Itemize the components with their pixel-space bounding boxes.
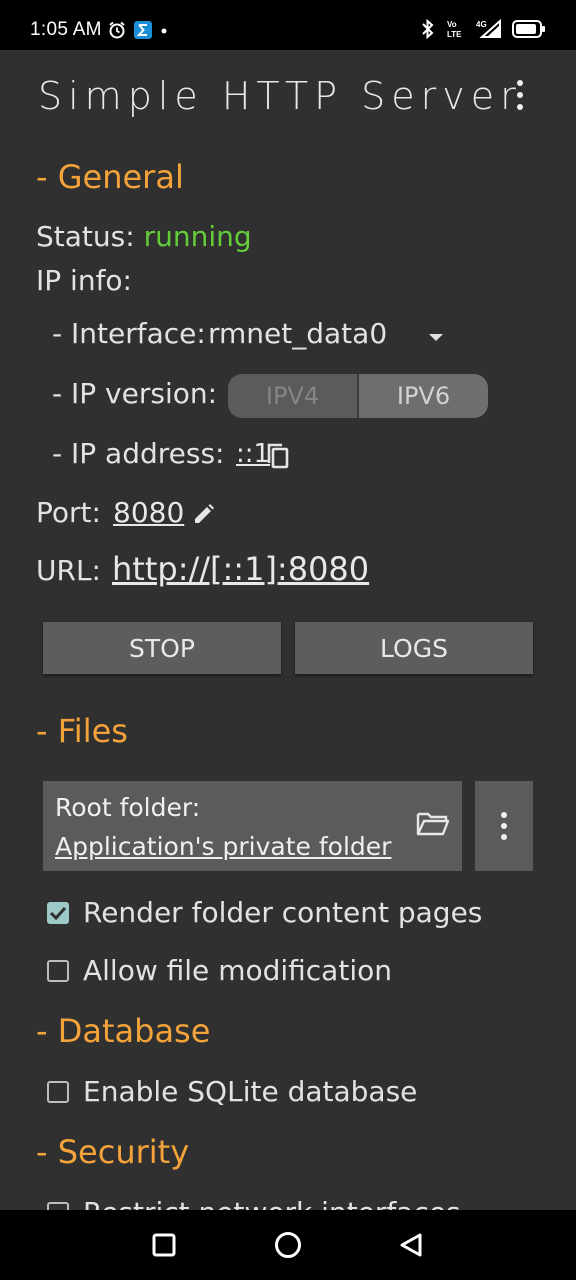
edit-pencil-icon[interactable] — [192, 502, 216, 526]
section-security: - Security — [36, 1133, 190, 1171]
status-bar: 1:05 AM Vo LTE 4G — [0, 0, 576, 50]
alarm-icon — [109, 21, 125, 39]
sqlite-checkbox-row[interactable]: Enable SQLite database — [47, 1075, 417, 1108]
ip-address-value[interactable]: ::1 — [236, 439, 270, 469]
render-folder-label: Render folder content pages — [83, 896, 483, 929]
interface-value: rmnet_data0 — [208, 317, 388, 350]
recents-square-icon[interactable] — [151, 1232, 177, 1258]
sqlite-checkbox[interactable] — [47, 1080, 69, 1103]
check-icon — [49, 906, 67, 920]
ip-info-label: IP info: — [36, 264, 132, 297]
sqlite-label: Enable SQLite database — [83, 1075, 418, 1108]
folder-open-icon[interactable] — [416, 811, 450, 837]
section-database: - Database — [36, 1012, 211, 1050]
dot-icon — [161, 28, 167, 34]
root-folder-value[interactable]: Application's private folder — [55, 832, 391, 861]
render-folder-checkbox-row[interactable]: Render folder content pages — [47, 896, 482, 929]
restrict-interfaces-checkbox[interactable] — [47, 1201, 69, 1210]
restrict-interfaces-label: Restrict network interfaces — [83, 1196, 461, 1210]
url-value[interactable]: http://[::1]:8080 — [112, 550, 369, 588]
svg-text:Vo: Vo — [447, 20, 457, 29]
logs-button[interactable]: LOGS — [295, 622, 533, 674]
allow-modification-checkbox[interactable] — [47, 959, 69, 982]
more-vert-icon[interactable] — [508, 80, 532, 110]
status-time: 1:05 AM — [30, 19, 102, 40]
section-files: - Files — [36, 712, 128, 750]
status-row: Status: running — [36, 220, 252, 253]
interface-label: - Interface: — [52, 317, 206, 350]
dropdown-arrow-icon[interactable] — [428, 333, 444, 343]
ip-version-label: - IP version: — [52, 377, 218, 410]
interface-dropdown[interactable]: rmnet_data0 — [208, 317, 387, 350]
allow-modification-label: Allow file modification — [83, 954, 392, 987]
svg-text:LTE: LTE — [447, 30, 462, 39]
status-label: Status: — [36, 220, 135, 253]
port-label: Port: — [36, 496, 101, 529]
ipv6-option[interactable]: IPV6 — [357, 374, 488, 418]
port-value[interactable]: 8080 — [113, 496, 184, 529]
restrict-interfaces-checkbox-row[interactable]: Restrict network interfaces — [47, 1196, 461, 1210]
ipv4-option[interactable]: IPV4 — [228, 374, 357, 418]
render-folder-checkbox[interactable] — [47, 901, 69, 924]
sigma-app-icon — [134, 21, 152, 39]
back-triangle-icon[interactable] — [398, 1232, 424, 1258]
bluetooth-icon — [422, 19, 434, 39]
status-value: running — [143, 220, 252, 253]
app-screen: Simple HTTP Server - General Status: run… — [0, 50, 576, 1210]
volte-icon: Vo LTE — [447, 20, 462, 39]
battery-icon — [512, 20, 545, 38]
root-folder-card[interactable]: Root folder: Application's private folde… — [43, 781, 462, 871]
home-circle-icon[interactable] — [273, 1230, 303, 1260]
root-folder-title: Root folder: — [55, 793, 201, 822]
stop-button[interactable]: STOP — [43, 622, 281, 674]
more-vert-icon — [501, 812, 507, 840]
navigation-bar — [0, 1210, 576, 1280]
app-title: Simple HTTP Server — [38, 74, 522, 118]
svg-text:4G: 4G — [476, 20, 487, 29]
section-general: - General — [36, 158, 184, 196]
interface-row: - Interface: — [52, 317, 206, 350]
ip-address-label: - IP address: — [52, 437, 225, 470]
copy-icon[interactable] — [266, 442, 290, 470]
ip-version-toggle[interactable]: IPV4 IPV6 — [228, 374, 488, 418]
url-label: URL: — [36, 554, 101, 587]
root-folder-menu-button[interactable] — [475, 781, 533, 871]
allow-modification-checkbox-row[interactable]: Allow file modification — [47, 954, 392, 987]
signal-4g-icon: 4G — [476, 19, 501, 38]
